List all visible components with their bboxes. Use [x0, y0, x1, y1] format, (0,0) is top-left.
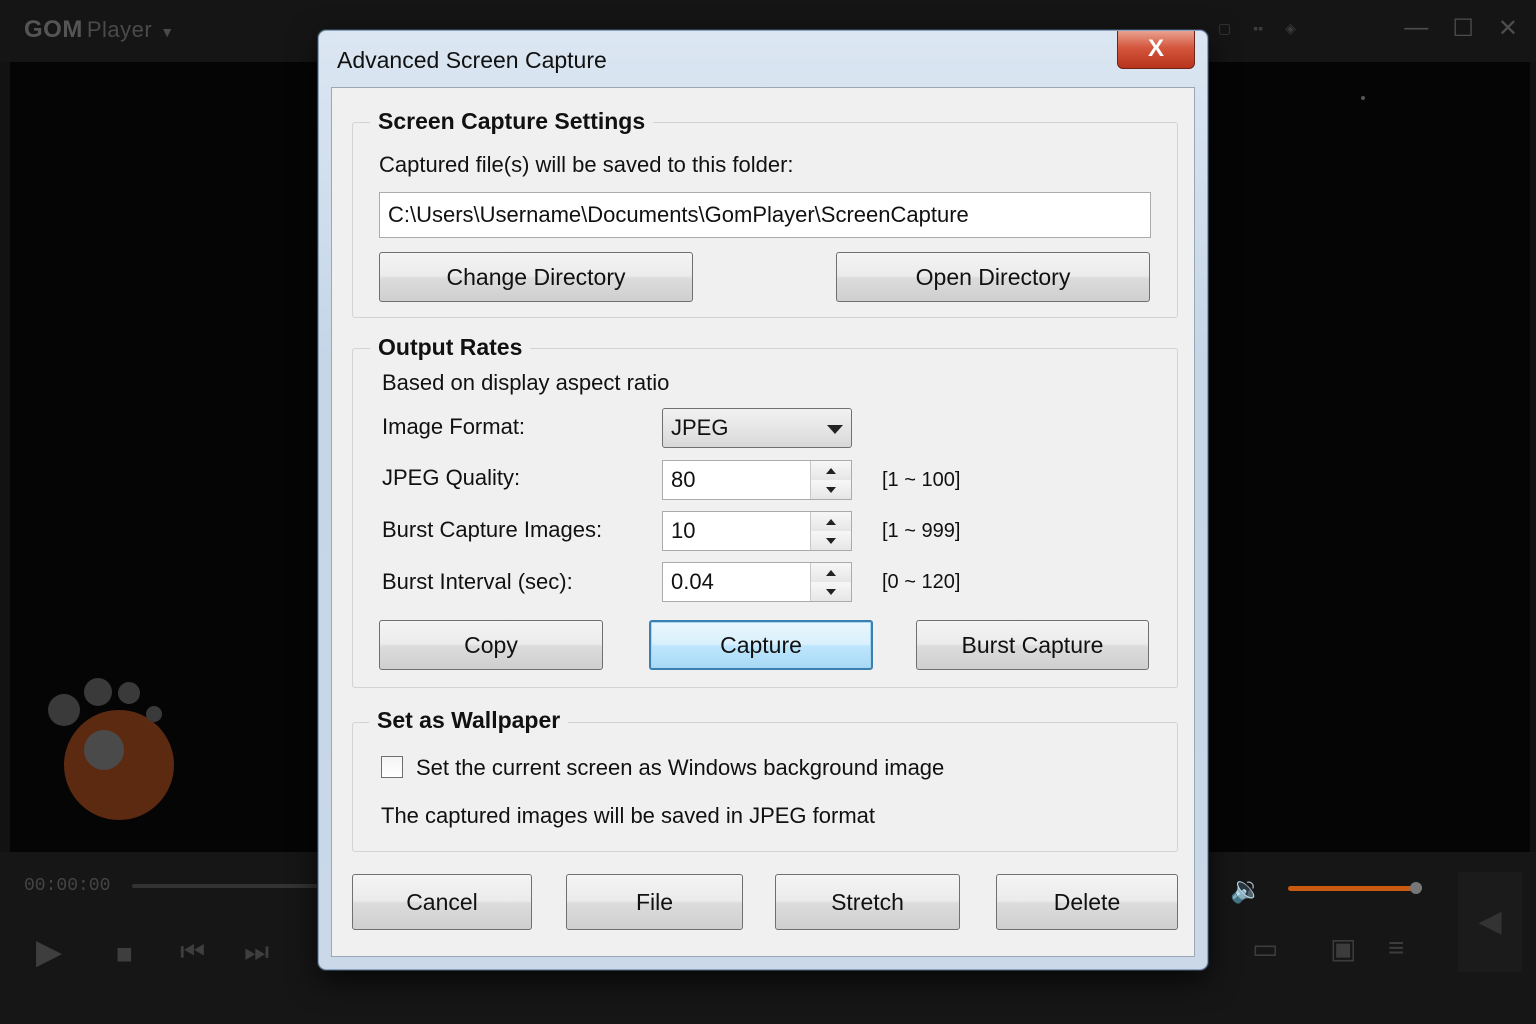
- volume-knob[interactable]: [1410, 882, 1422, 894]
- chevron-down-icon: ▼: [160, 24, 175, 40]
- playback-time: 00:00:00: [24, 876, 111, 896]
- burst-images-label: Burst Capture Images:: [382, 517, 603, 542]
- arrow-up-icon: [826, 518, 836, 525]
- close-icon: X: [1147, 35, 1164, 62]
- burst-interval-label: Burst Interval (sec):: [382, 569, 573, 594]
- video-speck: [1361, 96, 1365, 100]
- burst-interval-value: 0.04: [671, 569, 714, 594]
- cancel-label: Cancel: [406, 888, 478, 915]
- save-folder-path-field[interactable]: C:\Users\Username\Documents\GomPlayer\Sc…: [379, 192, 1151, 238]
- chevron-down-icon: [827, 425, 843, 434]
- dialog-body: Screen Capture Settings Captured file(s)…: [331, 87, 1195, 957]
- file-button[interactable]: File: [566, 874, 743, 930]
- wallpaper-group: [352, 722, 1178, 852]
- burst-interval-range: [0 ~ 120]: [882, 571, 961, 593]
- close-icon[interactable]: ✕: [1498, 14, 1518, 43]
- image-format-value: JPEG: [671, 415, 729, 440]
- gom-logo-text: GOM: [24, 16, 83, 43]
- burst-interval-spin-buttons: [810, 563, 851, 601]
- spin-down-button[interactable]: [811, 531, 851, 550]
- capture-label: Capture: [720, 631, 802, 658]
- next-icon[interactable]: ⏭: [244, 936, 269, 969]
- dialog-title: Advanced Screen Capture: [337, 47, 607, 73]
- copy-button[interactable]: Copy: [379, 620, 603, 670]
- wallpaper-checkbox[interactable]: [381, 756, 403, 778]
- burst-interval-stepper[interactable]: 0.04: [662, 562, 852, 602]
- spin-down-button[interactable]: [811, 582, 851, 601]
- jpeg-quality-stepper[interactable]: 80: [662, 460, 852, 500]
- seek-bar[interactable]: [132, 884, 322, 888]
- gom-logo[interactable]: GOM Player ▼: [24, 16, 175, 44]
- file-label: File: [635, 888, 674, 915]
- change-directory-label: Change Directory: [446, 263, 626, 290]
- minimize-icon[interactable]: —: [1404, 14, 1428, 43]
- delete-button[interactable]: Delete: [996, 874, 1178, 930]
- gom-titlebar-icons: ▢ ▪▪ ◈: [1218, 20, 1296, 37]
- jpeg-quality-spin-buttons: [810, 461, 851, 499]
- capture-icon[interactable]: ▣: [1330, 932, 1356, 965]
- wallpaper-format-note: The captured images will be saved in JPE…: [381, 803, 876, 828]
- gom-window-buttons: — ☐ ✕: [1404, 14, 1518, 43]
- open-directory-label: Open Directory: [915, 263, 1071, 290]
- settings-icon[interactable]: ◈: [1285, 20, 1296, 37]
- spin-up-button[interactable]: [811, 461, 851, 481]
- burst-images-value: 10: [671, 518, 696, 543]
- output-rates-title: Output Rates: [370, 334, 531, 361]
- arrow-down-icon: [826, 537, 836, 544]
- capture-button[interactable]: Capture: [649, 620, 873, 670]
- save-folder-path-value: C:\Users\Username\Documents\GomPlayer\Sc…: [388, 202, 969, 227]
- mode-icon[interactable]: ▪▪: [1253, 20, 1263, 37]
- playback-speed-icon[interactable]: ▭: [1252, 932, 1278, 965]
- advanced-screen-capture-dialog: Advanced Screen Capture X Screen Capture…: [318, 30, 1208, 970]
- volume-slider[interactable]: [1288, 886, 1416, 891]
- pin-icon[interactable]: ▢: [1218, 20, 1231, 37]
- aspect-ratio-note: Based on display aspect ratio: [382, 370, 670, 395]
- jpeg-quality-value: 80: [671, 467, 696, 492]
- arrow-up-icon: [826, 569, 836, 576]
- gom-paw-logo-icon: [46, 676, 186, 826]
- jpeg-quality-range: [1 ~ 100]: [882, 469, 961, 491]
- side-panel-toggle[interactable]: ◀: [1458, 872, 1522, 972]
- gom-logo-sub: Player: [86, 17, 153, 42]
- save-folder-label: Captured file(s) will be saved to this f…: [379, 152, 794, 177]
- jpeg-quality-label: JPEG Quality:: [382, 465, 521, 490]
- maximize-icon[interactable]: ☐: [1452, 14, 1474, 43]
- dialog-close-button[interactable]: X: [1117, 31, 1195, 69]
- change-directory-button[interactable]: Change Directory: [379, 252, 693, 302]
- volume-icon[interactable]: 🔉: [1230, 874, 1262, 905]
- play-icon[interactable]: ▶: [36, 932, 62, 972]
- stretch-button[interactable]: Stretch: [775, 874, 960, 930]
- image-format-select[interactable]: JPEG: [662, 408, 852, 448]
- image-format-label: Image Format:: [382, 414, 526, 439]
- burst-images-spin-buttons: [810, 512, 851, 550]
- spin-down-button[interactable]: [811, 480, 851, 499]
- arrow-down-icon: [826, 486, 836, 493]
- wallpaper-checkbox-label[interactable]: Set the current screen as Windows backgr…: [416, 755, 944, 781]
- spin-up-button[interactable]: [811, 512, 851, 532]
- wallpaper-title: Set as Wallpaper: [369, 707, 569, 734]
- burst-capture-button[interactable]: Burst Capture: [916, 620, 1149, 670]
- previous-icon[interactable]: ⏮: [180, 936, 205, 969]
- burst-images-stepper[interactable]: 10: [662, 511, 852, 551]
- stretch-label: Stretch: [831, 888, 904, 915]
- spin-up-button[interactable]: [811, 563, 851, 583]
- stop-icon[interactable]: ■: [116, 938, 133, 970]
- playlist-icon[interactable]: ≡: [1388, 932, 1404, 964]
- screen-capture-settings-title: Screen Capture Settings: [370, 108, 654, 135]
- cancel-button[interactable]: Cancel: [352, 874, 532, 930]
- copy-label: Copy: [464, 631, 518, 658]
- burst-capture-label: Burst Capture: [961, 631, 1104, 658]
- arrow-down-icon: [826, 588, 836, 595]
- open-directory-button[interactable]: Open Directory: [836, 252, 1150, 302]
- burst-images-range: [1 ~ 999]: [882, 520, 961, 542]
- arrow-up-icon: [826, 467, 836, 474]
- delete-label: Delete: [1053, 888, 1121, 915]
